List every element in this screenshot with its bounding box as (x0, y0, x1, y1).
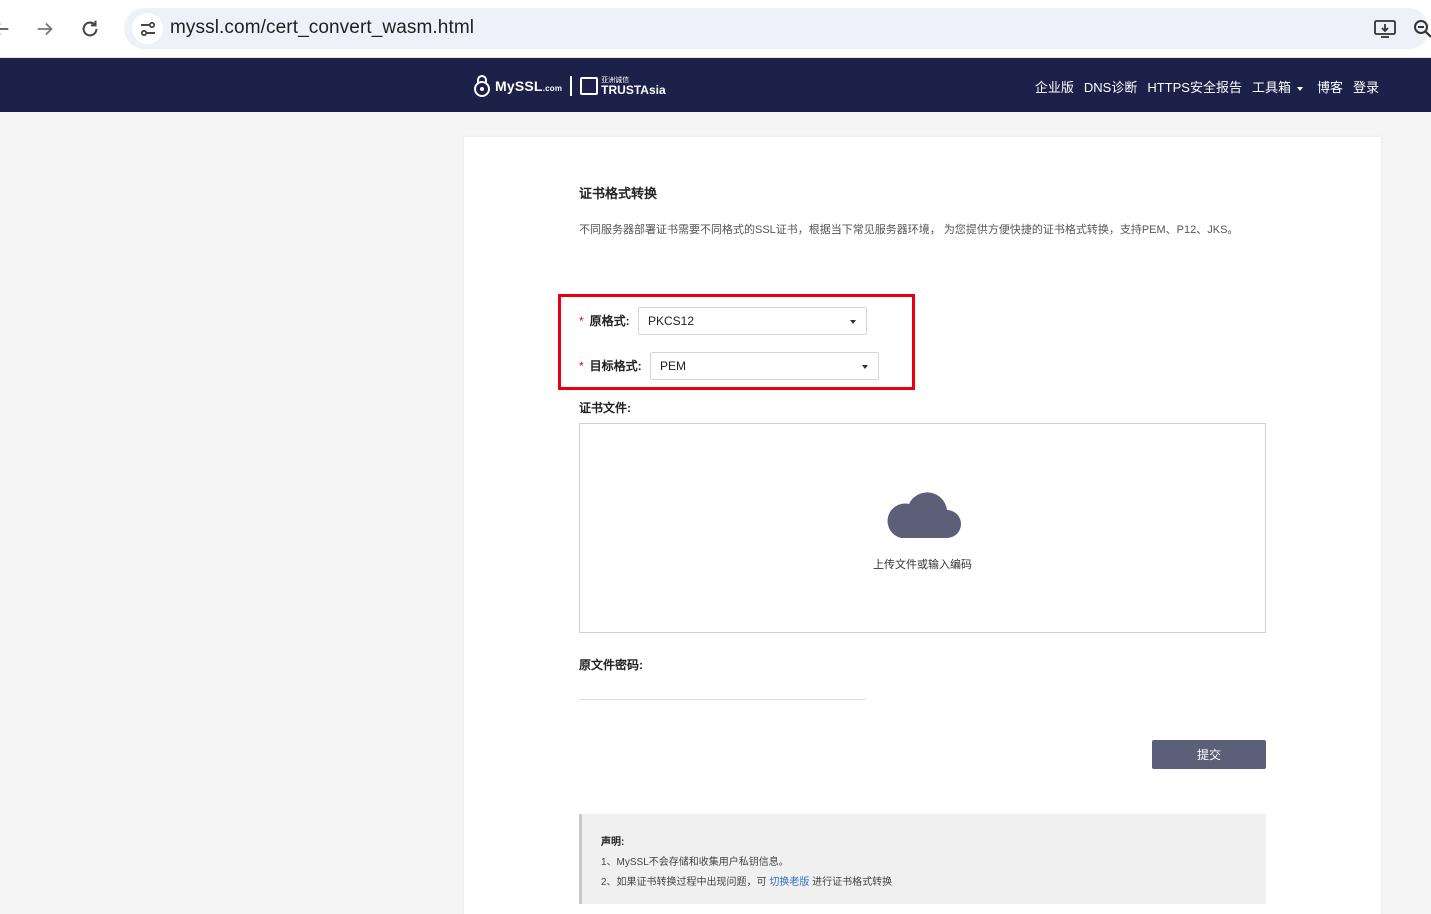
logo-divider (570, 76, 573, 96)
notice-item-2: 2、如果证书转换过程中出现问题，可 切换老版 进行证书格式转换 (601, 877, 893, 888)
lock-logo-icon (474, 75, 490, 97)
cloud-upload-icon (887, 492, 961, 538)
source-format-label: * 原格式: (579, 314, 630, 328)
target-format-select[interactable]: PEM (650, 352, 879, 380)
nav-https-report[interactable]: HTTPS安全报告 (1147, 77, 1242, 96)
target-format-label: * 目标格式: (579, 359, 642, 373)
logo-trustasia: 亚洲诚信 TRUSTAsia (601, 76, 666, 97)
site-header: MySSL.com 亚洲诚信 TRUSTAsia 企业版 DNS诊断 HTTPS… (0, 58, 1431, 112)
page-title: 证书格式转换 (579, 186, 658, 201)
caret-down-icon (862, 365, 868, 369)
tune-icon (140, 21, 155, 36)
notice-item-1: 1、MySSL不会存储和收集用户私钥信息。 (601, 857, 789, 868)
password-label: 原文件密码: (579, 658, 643, 672)
submit-button[interactable]: 提交 (1152, 740, 1266, 769)
arrow-right-icon (37, 22, 53, 36)
notice-title: 声明: (601, 837, 625, 848)
target-format-value: PEM (660, 359, 687, 373)
nav-enterprise[interactable]: 企业版 (1035, 77, 1074, 96)
cert-file-label: 证书文件: (579, 401, 631, 415)
forward-button[interactable] (30, 14, 60, 44)
caret-down-icon (850, 320, 856, 324)
address-bar[interactable]: myssl.com/cert_convert_wasm.html (124, 8, 1431, 49)
reload-button[interactable] (75, 14, 105, 44)
nav-dns[interactable]: DNS诊断 (1084, 77, 1137, 96)
reload-icon (82, 20, 98, 37)
back-button[interactable] (0, 14, 16, 44)
site-info-button[interactable] (132, 13, 163, 44)
nav-tools-label: 工具箱 (1251, 80, 1291, 95)
nav-login[interactable]: 登录 (1353, 77, 1379, 96)
nav-tools[interactable]: 工具箱 (1252, 77, 1303, 96)
logo-myssl: MySSL.com (495, 78, 563, 94)
browser-toolbar: myssl.com/cert_convert_wasm.html (0, 0, 1431, 58)
nav-blog[interactable]: 博客 (1317, 77, 1343, 96)
site-logo[interactable]: MySSL.com 亚洲诚信 TRUSTAsia (472, 73, 666, 99)
arrow-left-icon (0, 23, 9, 35)
switch-old-version-link[interactable]: 切换老版 (769, 877, 809, 888)
install-app-button[interactable] (1372, 16, 1398, 42)
trustasia-logo-icon (580, 77, 599, 95)
source-format-value: PKCS12 (648, 314, 695, 328)
password-input[interactable] (579, 699, 866, 700)
page-description: 不同服务器部署证书需要不同格式的SSL证书，根据当下常见服务器环境， 为您提供方… (579, 224, 1239, 236)
top-nav: 企业版 DNS诊断 HTTPS安全报告 工具箱 博客 登录 (1025, 77, 1379, 96)
chevron-down-icon (1296, 86, 1303, 91)
install-icon (1374, 20, 1396, 38)
required-mark: * (579, 314, 584, 328)
cert-upload-area[interactable]: 上传文件或输入编码 (579, 423, 1266, 633)
required-mark: * (579, 359, 584, 373)
upload-hint: 上传文件或输入编码 (873, 559, 972, 571)
source-format-select[interactable]: PKCS12 (638, 307, 867, 335)
url-text[interactable]: myssl.com/cert_convert_wasm.html (170, 17, 474, 39)
zoom-button[interactable] (1410, 16, 1431, 42)
zoom-out-icon (1414, 20, 1431, 38)
converter-card: 证书格式转换 不同服务器部署证书需要不同格式的SSL证书，根据当下常见服务器环境… (464, 137, 1381, 914)
notice-box: 声明: 1、MySSL不会存储和收集用户私钥信息。 2、如果证书转换过程中出现问… (579, 814, 1266, 904)
